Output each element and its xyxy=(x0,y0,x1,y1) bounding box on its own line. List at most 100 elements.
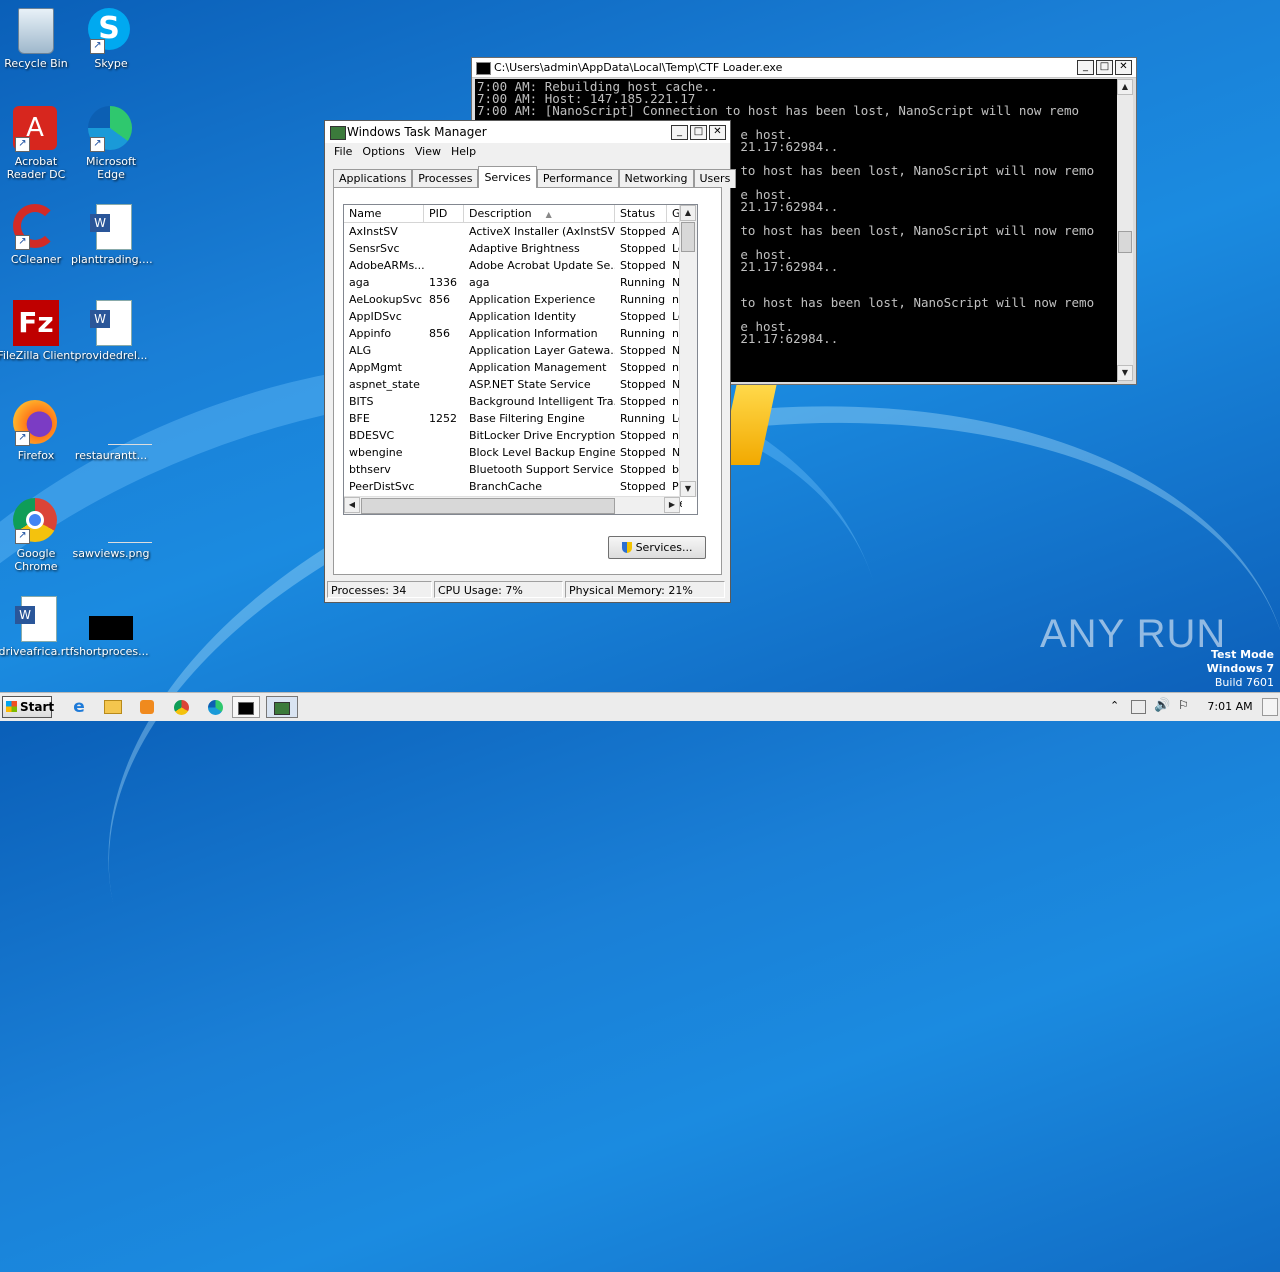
console-titlebar[interactable]: C:\Users\admin\AppData\Local\Temp\CTF Lo… xyxy=(472,58,1136,78)
show-desktop-button[interactable] xyxy=(1262,698,1278,716)
action-center-icon[interactable] xyxy=(1131,700,1146,714)
table-row[interactable]: PeerDistSvcBranchCacheStoppedPe xyxy=(344,478,697,495)
minimize-button[interactable]: _ xyxy=(1077,60,1094,75)
desktop-icon-firefox[interactable]: ↗ Firefox xyxy=(0,400,76,462)
desktop-icon-chrome[interactable]: ↗ Google Chrome xyxy=(0,498,76,573)
desktop-icon-driveafrica[interactable]: W driveafrica.rtf xyxy=(0,596,76,658)
cell-description: Bluetooth Support Service xyxy=(469,463,614,476)
tab-applications[interactable]: Applications xyxy=(333,169,413,188)
table-row[interactable]: aga1336agaRunningN, xyxy=(344,274,697,291)
word-document-icon: W xyxy=(88,300,134,346)
list-vertical-scrollbar[interactable]: ▲ ▼ xyxy=(679,205,697,497)
explorer-icon[interactable] xyxy=(100,696,126,718)
close-button[interactable]: ✕ xyxy=(709,125,726,140)
scroll-thumb[interactable] xyxy=(1118,231,1132,253)
tab-services[interactable]: Services xyxy=(478,166,537,188)
scroll-thumb[interactable] xyxy=(681,222,695,252)
desktop-icon-filezilla[interactable]: Fz FileZilla Client xyxy=(0,300,76,362)
table-row[interactable]: aspnet_state ASP.NET State Service Stopped… xyxy=(344,376,697,393)
table-row[interactable]: AeLookupSvc 856 Application Experience Runn… xyxy=(344,291,697,308)
clock[interactable]: 7:01 AM xyxy=(1200,693,1260,721)
show-hidden-icons[interactable]: ⌃ xyxy=(1110,699,1119,712)
media-player-icon[interactable] xyxy=(134,696,160,718)
desktop-icon-shortprocess[interactable]: shortproces... xyxy=(71,596,151,658)
column-header-name[interactable]: Name xyxy=(344,205,424,222)
task-manager-window[interactable]: Windows Task Manager _ □ ✕ File Options … xyxy=(324,120,737,603)
scroll-down-arrow-icon[interactable]: ▼ xyxy=(1117,365,1133,381)
cell-name: AppIDSvc xyxy=(349,310,402,323)
column-header-pid[interactable]: PID xyxy=(424,205,464,222)
flag-icon[interactable]: ⚐ xyxy=(1178,698,1189,712)
table-row[interactable]: bthserv Bluetooth Support Service Stopped b… xyxy=(344,461,697,478)
anyrun-watermark: ANY RUN xyxy=(1040,612,1227,656)
task-manager-icon xyxy=(330,126,346,140)
chrome-taskbar-icon[interactable] xyxy=(168,696,194,718)
console-scrollbar[interactable]: ▲ ▼ xyxy=(1117,79,1133,381)
close-button[interactable]: ✕ xyxy=(1115,60,1132,75)
start-button[interactable]: Start xyxy=(2,696,54,718)
menu-view[interactable]: View xyxy=(410,143,446,161)
cell-pid xyxy=(424,359,464,376)
cell-status: Running xyxy=(620,412,666,425)
desktop-icon-edge[interactable]: ↗ Microsoft Edge xyxy=(71,106,151,181)
menu-file[interactable]: File xyxy=(329,143,357,161)
maximize-button[interactable]: □ xyxy=(1096,60,1113,75)
table-row[interactable]: ALGApplication Layer Gatewa...StoppedN, xyxy=(344,342,697,359)
console-taskbar-button[interactable] xyxy=(232,696,260,718)
task-manager-taskbar-button[interactable] xyxy=(266,696,298,718)
minimize-button[interactable]: _ xyxy=(671,125,688,140)
cell-pid xyxy=(424,223,464,240)
scroll-up-arrow-icon[interactable]: ▲ xyxy=(1117,79,1133,95)
ie-icon[interactable]: e xyxy=(66,696,92,718)
scroll-up-arrow-icon[interactable]: ▲ xyxy=(680,205,696,221)
table-row[interactable]: BITS Background Intelligent Tra... Stopped… xyxy=(344,393,697,410)
desktop-icon-sawviews[interactable]: sawviews.png xyxy=(71,498,152,560)
table-row[interactable]: AxInstSV ActiveX Installer (AxInstSV) Stop… xyxy=(344,223,697,240)
services-button[interactable]: Services... xyxy=(608,536,706,559)
tab-performance[interactable]: Performance xyxy=(536,169,619,188)
scroll-down-arrow-icon[interactable]: ▼ xyxy=(680,481,696,497)
tab-strip: Applications Processes Services Performa… xyxy=(333,166,737,188)
cell-pid xyxy=(424,427,464,444)
scroll-left-arrow-icon[interactable]: ◀ xyxy=(344,497,360,513)
desktop-icon-label: restaurantt... xyxy=(74,449,148,462)
table-row[interactable]: AppMgmtApplication ManagementStoppedne xyxy=(344,359,697,376)
menu-options[interactable]: Options xyxy=(357,143,409,161)
desktop-icon-label: Skype xyxy=(94,57,128,70)
list-horizontal-scrollbar[interactable]: ◀ ▶ xyxy=(344,496,680,514)
column-header-status[interactable]: Status xyxy=(615,205,667,222)
desktop-icon-ccleaner[interactable]: ↗ CCleaner xyxy=(0,204,76,266)
table-row[interactable]: AppIDSvcApplication IdentityStoppedLo xyxy=(344,308,697,325)
desktop-icon-recycle-bin[interactable]: Recycle Bin xyxy=(0,8,76,70)
tab-processes[interactable]: Processes xyxy=(412,169,479,188)
desktop-icon-acrobat[interactable]: A ↗ Acrobat Reader DC xyxy=(0,106,76,181)
desktop-icon-planttrading[interactable]: W planttrading.... xyxy=(71,204,153,266)
services-list[interactable]: Name PID Description ▲ Status G AxInstSV A… xyxy=(343,204,698,515)
table-row[interactable]: BDESVC BitLocker Drive Encryption... Stopp… xyxy=(344,427,697,444)
cell-name: BITS xyxy=(349,395,374,408)
chrome-icon: ↗ xyxy=(13,498,59,544)
menu-help[interactable]: Help xyxy=(446,143,481,161)
tab-users[interactable]: Users xyxy=(693,169,737,188)
table-row[interactable]: wbengine Block Level Backup Engine ... Sto… xyxy=(344,444,697,461)
tab-networking[interactable]: Networking xyxy=(618,169,694,188)
table-row[interactable]: SensrSvcAdaptive BrightnessStoppedLo xyxy=(344,240,697,257)
volume-icon[interactable]: 🔊 xyxy=(1154,698,1170,713)
cell-pid xyxy=(424,342,464,359)
desktop-icon-restaurant[interactable]: restaurantt... xyxy=(71,400,152,462)
edge-taskbar-icon[interactable] xyxy=(202,696,228,718)
test-mode-text: Test Mode Windows 7 Build 7601 xyxy=(1206,648,1274,689)
task-manager-titlebar[interactable]: Windows Task Manager _ □ ✕ xyxy=(325,121,730,143)
table-row[interactable]: AdobeARMs... Adobe Acrobat Update Se... St… xyxy=(344,257,697,274)
table-row[interactable]: BFE1252Base Filtering EngineRunningLo xyxy=(344,410,697,427)
cell-name: AeLookupSvc xyxy=(349,293,423,306)
scroll-thumb[interactable] xyxy=(361,498,615,514)
scroll-right-arrow-icon[interactable]: ▶ xyxy=(664,497,680,513)
column-header-description[interactable]: Description ▲ xyxy=(464,205,615,222)
table-row[interactable]: Appinfo 856 Application Information Running… xyxy=(344,325,697,342)
desktop-icon-skype[interactable]: S ↗ Skype xyxy=(71,8,151,70)
desktop-icon-providedrel[interactable]: W providedrel... xyxy=(71,300,151,362)
file-icon xyxy=(88,400,152,446)
maximize-button[interactable]: □ xyxy=(690,125,707,140)
cell-name: BDESVC xyxy=(349,429,395,442)
